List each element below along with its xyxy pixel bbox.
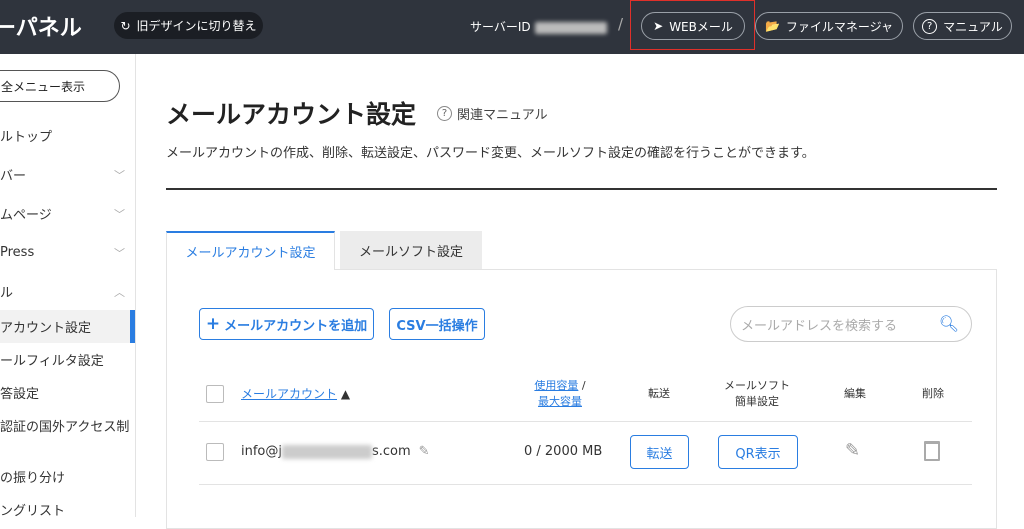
manual-label: マニュアル	[943, 19, 1003, 34]
add-account-label: メールアカウントを追加	[224, 318, 368, 334]
csv-button[interactable]: CSV一括操作	[389, 308, 485, 340]
header-divider	[199, 421, 972, 422]
server-id-label: サーバーID	[470, 20, 531, 34]
forward-header: 転送	[648, 387, 670, 400]
folder-icon: 📂	[764, 19, 780, 33]
account-sort-link[interactable]: メールアカウント	[241, 387, 337, 401]
related-manual-label: 関連マニュアル	[457, 108, 548, 123]
sidebar-item-mail-account[interactable]: アカウント設定	[0, 310, 135, 343]
sidebar-item-sorting[interactable]: の振り分け	[0, 460, 135, 493]
sidebar-item-label: アカウント設定	[0, 321, 92, 336]
sidebar-item-label: ングリスト	[0, 504, 66, 519]
app-title: ーパネル	[0, 16, 82, 41]
account-header[interactable]: メールアカウント ▲	[241, 386, 350, 402]
manual-button[interactable]: ? マニュアル	[913, 12, 1012, 40]
all-menu-button[interactable]: 全メニュー表示	[0, 70, 120, 102]
refresh-icon: ↻	[120, 18, 131, 33]
sidebar-item-label: バー	[0, 169, 27, 184]
tab-mail-software[interactable]: メールソフト設定	[340, 231, 482, 270]
sidebar-item-wordpress[interactable]: Press ﹀	[0, 236, 135, 269]
sidebar-item-label: ルトップ	[0, 130, 53, 145]
forward-button[interactable]: 転送	[630, 435, 689, 469]
add-account-button[interactable]: + メールアカウントを追加	[199, 308, 374, 340]
sidebar-item-mailing-list[interactable]: ングリスト	[0, 493, 135, 526]
qr-button[interactable]: QR表示	[718, 435, 798, 469]
edit-header: 編集	[844, 387, 866, 400]
chevron-down-icon: ﹀	[114, 246, 125, 260]
max-sort-link[interactable]: 最大容量	[538, 395, 582, 408]
sidebar-item-mail[interactable]: ル ︿	[0, 275, 135, 308]
question-icon: ?	[437, 106, 452, 121]
sidebar-item-foreign-access[interactable]: 認証の国外アクセス制	[0, 409, 135, 442]
select-all-checkbox[interactable]	[206, 385, 224, 403]
sidebar-item-label: ル	[0, 286, 14, 301]
page-title: メールアカウント設定	[166, 100, 417, 129]
search-input[interactable]: メールアドレスを検索する 🔍︎	[730, 306, 972, 342]
sidebar-item-autoreply[interactable]: 答設定	[0, 376, 135, 409]
webmail-button[interactable]: ➤ WEBメール	[641, 12, 745, 40]
sidebar-item-top[interactable]: ルトップ	[0, 119, 135, 152]
usage-sep: /	[578, 379, 586, 392]
tab-mail-account[interactable]: メールアカウント設定	[166, 231, 335, 270]
sidebar-item-server[interactable]: バー ﹀	[0, 158, 135, 191]
sidebar-item-mail-filter[interactable]: ールフィルタ設定	[0, 343, 135, 376]
plus-icon: +	[205, 314, 221, 334]
paper-plane-icon: ➤	[653, 19, 664, 33]
delete-header: 削除	[922, 387, 944, 400]
sort-asc-icon: ▲	[340, 387, 351, 401]
row-checkbox[interactable]	[206, 443, 224, 461]
mailsoft-header-line1: メールソフト	[724, 379, 790, 392]
email-prefix: info@j	[241, 444, 282, 459]
file-manager-label: ファイルマネージャ	[785, 19, 894, 34]
file-manager-button[interactable]: 📂 ファイルマネージャ	[755, 12, 903, 40]
sidebar-item-label: Press	[0, 245, 35, 260]
email-redacted	[282, 444, 372, 459]
pencil-icon[interactable]: ✎	[419, 444, 430, 459]
sidebar-item-label: 認証の国外アクセス制	[0, 420, 130, 435]
mailsoft-header: メールソフト 簡単設定	[715, 378, 799, 410]
search-icon[interactable]: 🔍︎	[939, 314, 959, 333]
search-placeholder: メールアドレスを検索する	[741, 318, 898, 334]
webmail-label: WEBメール	[669, 19, 733, 34]
server-id-redacted	[534, 21, 607, 34]
edit-pencil-icon[interactable]: ✎	[845, 440, 860, 461]
separator: /	[618, 15, 624, 33]
sidebar-item-label: ールフィルタ設定	[0, 354, 104, 369]
page-description: メールアカウントの作成、削除、転送設定、パスワード変更、メールソフト設定の確認を…	[166, 146, 815, 161]
trash-icon[interactable]	[924, 441, 940, 461]
old-design-button[interactable]: ↻ 旧デザインに切り替え	[114, 12, 263, 39]
usage-header: 使用容量 / 最大容量	[520, 378, 600, 410]
related-manual-link[interactable]: ? 関連マニュアル	[437, 104, 548, 123]
usage-cell: 0 / 2000 MB	[524, 444, 603, 459]
chevron-up-icon: ︿	[114, 285, 125, 299]
old-design-label: 旧デザインに切り替え	[136, 19, 257, 33]
usage-sort-link[interactable]: 使用容量	[534, 379, 578, 392]
sidebar-item-label: 答設定	[0, 387, 40, 402]
row-divider	[199, 484, 972, 485]
chevron-down-icon: ﹀	[114, 168, 125, 182]
divider	[166, 188, 997, 190]
sidebar-item-homepage[interactable]: ムページ ﹀	[0, 197, 135, 230]
email-suffix: s.com	[372, 444, 411, 459]
server-id: サーバーID	[470, 18, 607, 35]
chevron-down-icon: ﹀	[114, 207, 125, 221]
email-cell: info@j s.com ✎	[241, 444, 430, 459]
sidebar-item-label: の振り分け	[0, 471, 66, 486]
mailsoft-header-line2: 簡単設定	[735, 395, 779, 408]
sidebar-item-label: ムページ	[0, 208, 52, 223]
question-icon: ?	[922, 18, 938, 34]
